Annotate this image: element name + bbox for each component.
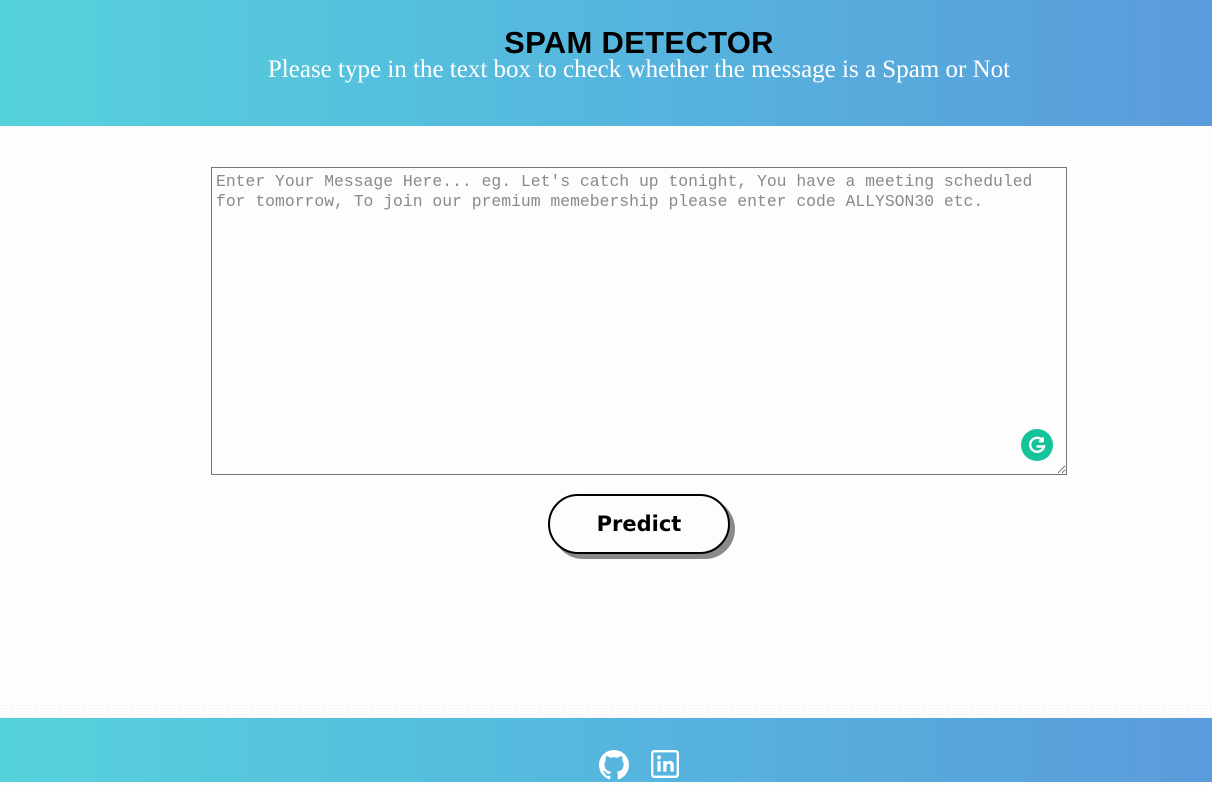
message-input[interactable]	[211, 167, 1067, 475]
grammarly-g-glyph	[1029, 436, 1046, 453]
page-subtitle: Please type in the text box to check whe…	[267, 56, 1011, 83]
page-header: SPAM DETECTOR Please type in the text bo…	[0, 0, 1212, 126]
github-icon	[599, 750, 629, 780]
grammarly-icon[interactable]	[1021, 429, 1053, 461]
linkedin-link[interactable]	[651, 750, 681, 780]
footer-divider	[0, 704, 1212, 718]
linkedin-icon	[651, 750, 679, 778]
github-link[interactable]	[599, 750, 629, 780]
predict-button[interactable]: Predict	[548, 494, 730, 554]
